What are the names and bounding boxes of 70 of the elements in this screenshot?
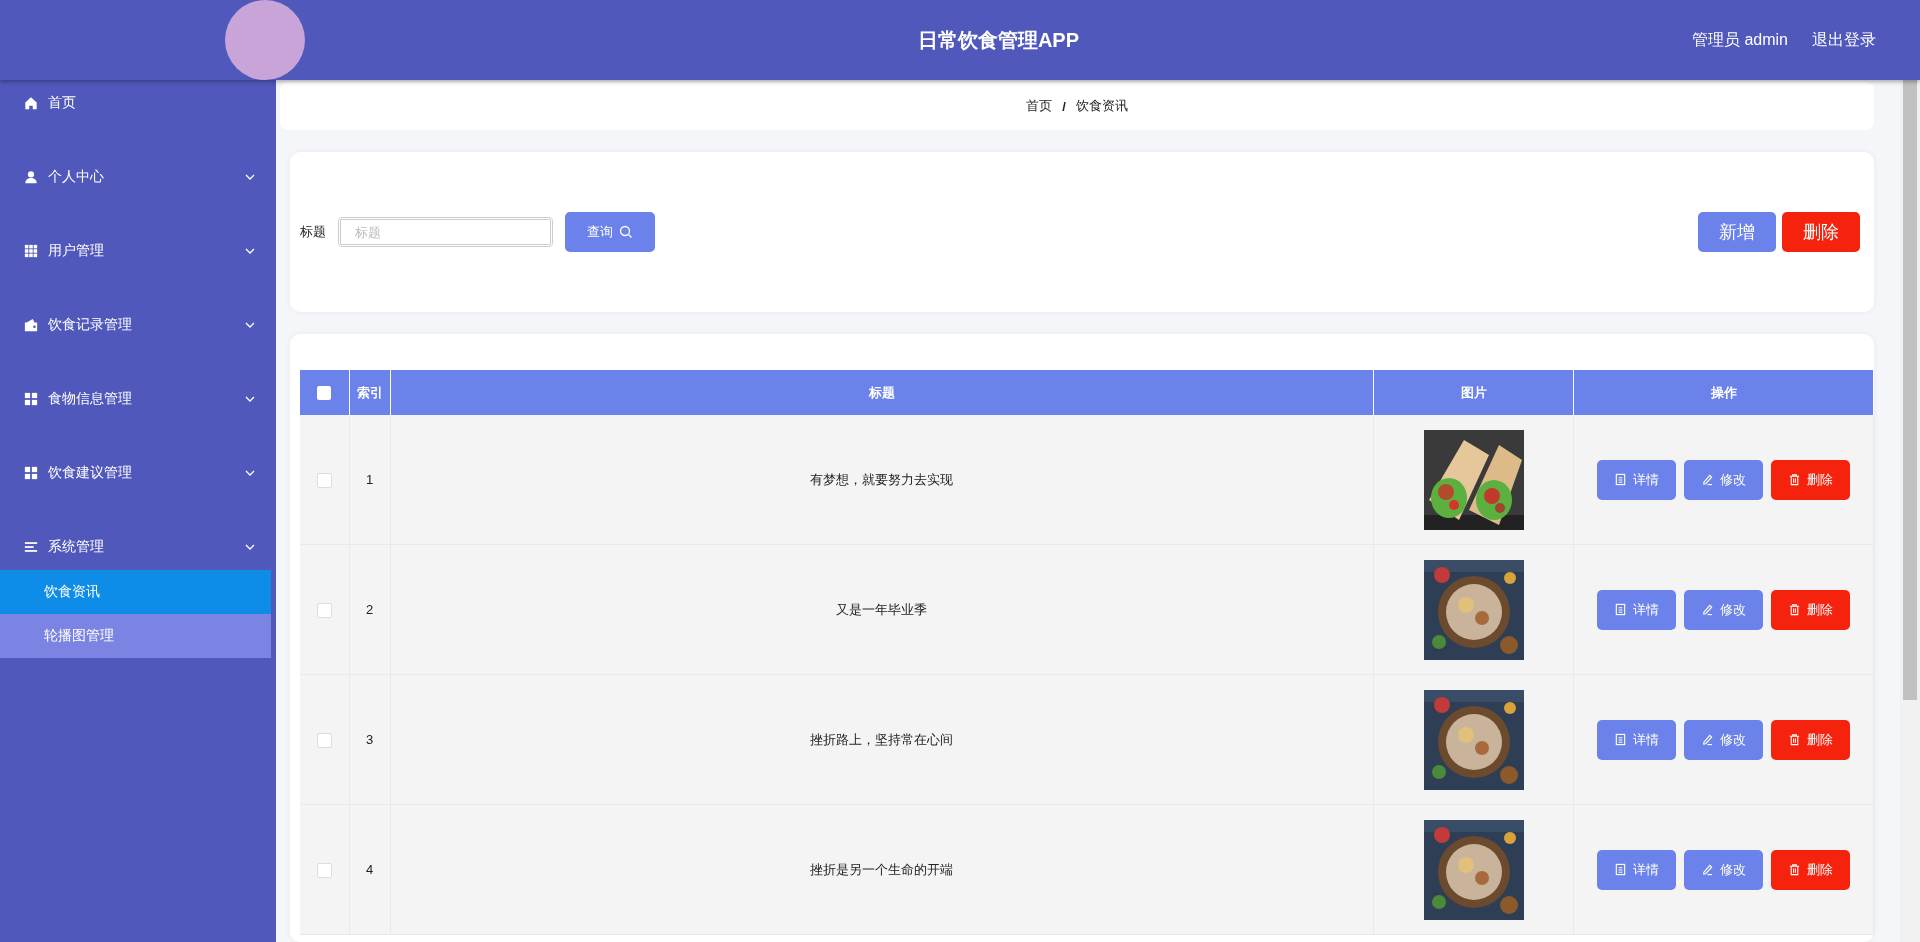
index-cell: 3 [365,732,374,747]
index-cell: 2 [365,602,374,617]
sidebar-item[interactable]: 食物信息管理 [0,362,276,436]
document-icon [1614,473,1627,486]
row-checkbox[interactable] [316,472,332,488]
edit-button[interactable]: 修改 [1684,719,1763,760]
select-all-checkbox[interactable] [317,386,332,401]
tiles-icon [24,466,38,480]
column-header: 标题 [868,384,895,400]
pencil-icon [1701,603,1714,616]
search-button[interactable]: 查询 [565,212,655,252]
document-icon [1614,603,1627,616]
sidebar-item[interactable]: 首页 [0,80,276,140]
delete-button[interactable]: 删除 [1771,849,1850,890]
pencil-icon [1701,863,1714,876]
detail-button[interactable]: 详情 [1597,719,1676,760]
pencil-icon [1701,733,1714,746]
user-icon [24,170,38,184]
tiles-icon [24,392,38,406]
search-icon [619,225,633,239]
row-checkbox[interactable] [316,732,332,748]
delete-button[interactable]: 删除 [1782,212,1860,252]
detail-button[interactable]: 详情 [1597,459,1676,500]
detail-button[interactable]: 详情 [1597,849,1676,890]
sidebar-item[interactable]: 饮食建议管理 [0,436,276,510]
wallet-icon [24,318,38,332]
breadcrumb-separator: / [1062,98,1066,114]
search-field[interactable]: 标题 [338,217,553,247]
trash-icon [1788,733,1801,746]
delete-button[interactable]: 删除 [1771,719,1850,760]
title-cell: 又是一年毕业季 [836,601,928,617]
scrollbar-thumb[interactable] [1903,80,1917,700]
list-icon [24,540,38,554]
edit-button[interactable]: 修改 [1684,459,1763,500]
app-title: 日常饮食管理APP [916,27,1081,53]
document-icon [1614,863,1627,876]
document-icon [1614,733,1627,746]
logout-link[interactable]: 退出登录 [1812,29,1876,51]
index-cell: 1 [365,472,374,487]
trash-icon [1788,603,1801,616]
column-header: 索引 [356,384,383,400]
title-cell: 有梦想，就要努力去实现 [810,471,954,487]
column-header: 操作 [1710,384,1737,400]
sidebar-item[interactable]: 个人中心 [0,140,276,214]
sidebar-item[interactable]: 饮食记录管理 [0,288,276,362]
home-icon [24,96,38,110]
grid-icon [24,244,38,258]
trash-icon [1788,473,1801,486]
search-label: 标题 [300,223,326,241]
submenu-item[interactable]: 轮播图管理 [0,614,271,658]
title-cell: 挫折是另一个生命的开端 [810,861,954,877]
trash-icon [1788,863,1801,876]
title-cell: 挫折路上，坚持常在心间 [810,731,954,747]
index-cell: 4 [365,862,374,877]
breadcrumb-link[interactable]: 首页 [1026,97,1053,115]
scrollbar[interactable] [1900,80,1920,942]
column-header: 图片 [1460,384,1487,400]
pencil-icon [1701,473,1714,486]
user-label: 管理员 admin [1691,29,1788,50]
breadcrumb-current: 饮食资讯 [1075,97,1128,115]
row-checkbox[interactable] [316,862,332,878]
submenu-item[interactable]: 饮食资讯 [0,570,271,614]
delete-button[interactable]: 删除 [1771,589,1850,630]
edit-button[interactable]: 修改 [1684,849,1763,890]
add-button[interactable]: 新增 [1698,212,1776,252]
edit-button[interactable]: 修改 [1684,589,1763,630]
delete-button[interactable]: 删除 [1771,459,1850,500]
row-checkbox[interactable] [316,602,332,618]
detail-button[interactable]: 详情 [1597,589,1676,630]
sidebar-item[interactable]: 用户管理 [0,214,276,288]
